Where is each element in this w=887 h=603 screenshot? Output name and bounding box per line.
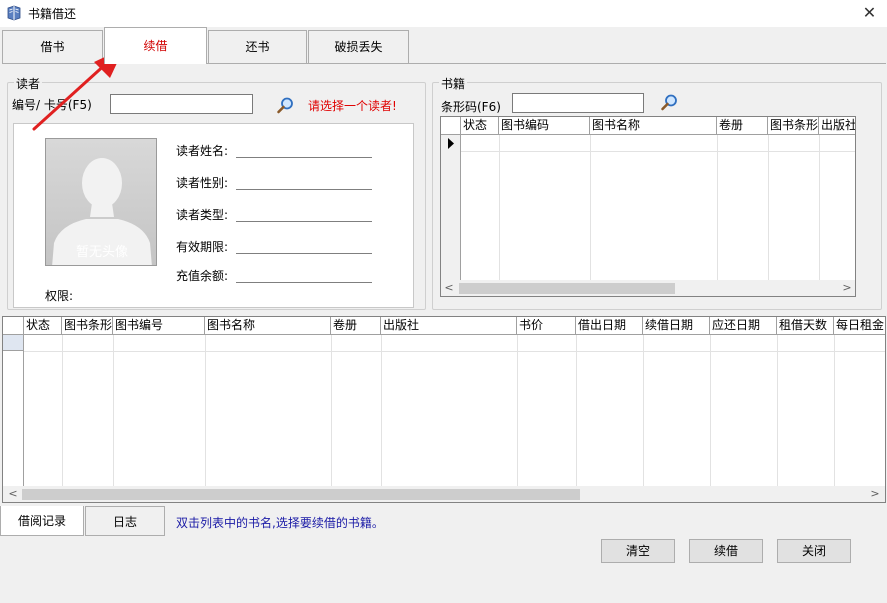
records-grid-corner [3,317,24,335]
records-grid-col-line [643,335,644,487]
tab-log[interactable]: 日志 [85,506,165,536]
records-col-renew-date[interactable]: 续借日期 [643,317,710,335]
records-col-barcode[interactable]: 图书条形 [62,317,113,335]
records-grid-col-line [777,335,778,487]
records-grid-col-line [381,335,382,487]
records-grid-row-selector[interactable] [3,335,24,487]
reader-validity-value [236,253,372,254]
records-col-price[interactable]: 书价 [517,317,576,335]
reader-permission-label: 权限: [45,289,74,303]
book-grid-row-selector[interactable] [441,135,461,281]
records-col-daily-rent[interactable]: 每日租金 [834,317,885,335]
records-grid-col-line [205,335,206,487]
scroll-right-arrow-icon[interactable]: > [839,280,855,296]
reader-warning: 请选择一个读者! [308,99,397,113]
reader-type-value [236,221,372,222]
records-col-publisher[interactable]: 出版社 [381,317,517,335]
renew-button[interactable]: 续借 [689,539,763,563]
book-col-code[interactable]: 图书编码 [499,117,590,135]
records-grid-col-line [576,335,577,487]
title-bar: 书籍借还 ✕ [0,0,887,27]
reader-balance-value [236,282,372,283]
tab-return[interactable]: 还书 [208,30,307,64]
barcode-input[interactable] [512,93,644,113]
reader-id-input[interactable] [110,94,253,114]
reader-type-label: 读者类型: [176,208,229,222]
window-title: 书籍借还 [28,7,77,21]
tab-damaged-lost[interactable]: 破损丢失 [308,30,409,64]
book-col-publisher[interactable]: 出版社 [819,117,855,135]
photo-placeholder-text: 暂无头像 [75,245,128,260]
current-row-arrow-icon [448,138,454,149]
records-col-rent-days[interactable]: 租借天数 [777,317,834,335]
book-grid-col-line [590,135,591,281]
records-col-title[interactable]: 图书名称 [205,317,331,335]
reader-search-magnifier-icon[interactable] [276,96,296,116]
reader-gender-label: 读者性别: [176,176,229,190]
close-button[interactable]: 关闭 [777,539,851,563]
records-grid-col-line [517,335,518,487]
reader-name-value [236,157,372,158]
book-grid-col-line [768,135,769,281]
book-grid-col-line [499,135,500,281]
scroll-right-arrow-icon[interactable]: > [867,486,883,502]
records-selected-row-header[interactable] [3,335,23,351]
records-col-volume[interactable]: 卷册 [331,317,381,335]
book-col-volume[interactable]: 卷册 [717,117,768,135]
reader-gender-value [236,189,372,190]
book-grid-row [461,151,855,152]
book-grid-col-line [717,135,718,281]
book-grid[interactable]: 状态 图书编码 图书名称 卷册 图书条形 出版社 < > [440,116,856,297]
records-grid-col-line [331,335,332,487]
book-grid-corner [441,117,461,135]
scroll-left-arrow-icon[interactable]: < [5,486,21,502]
book-grid-header: 状态 图书编码 图书名称 卷册 图书条形 出版社 [441,117,855,135]
tab-renew[interactable]: 续借 [104,27,207,64]
barcode-label: 条形码(F6) [441,100,501,114]
clear-button[interactable]: 清空 [601,539,675,563]
app-book-icon [7,5,21,21]
records-grid-col-line [834,335,835,487]
book-grid-hscrollbar[interactable]: < > [441,280,855,296]
book-grid-scroll-thumb[interactable] [459,283,675,294]
hint-text: 双击列表中的书名,选择要续借的书籍。 [176,516,384,530]
tab-borrow-records[interactable]: 借阅记录 [0,506,84,536]
book-col-barcode[interactable]: 图书条形 [768,117,819,135]
close-window-button[interactable]: ✕ [852,0,887,27]
scroll-left-arrow-icon[interactable]: < [441,280,457,296]
records-grid-col-line [113,335,114,487]
records-col-status[interactable]: 状态 [24,317,62,335]
reader-photo: 暂无头像 [45,138,157,266]
barcode-search-magnifier-icon[interactable] [660,93,680,113]
book-group-title: 书籍 [439,75,468,92]
reader-balance-label: 充值余额: [176,269,229,283]
reader-validity-label: 有效期限: [176,240,229,254]
records-grid-col-line [710,335,711,487]
records-grid-row [24,351,885,352]
records-grid-col-line [62,335,63,487]
records-col-due-date[interactable]: 应还日期 [710,317,777,335]
records-col-book-no[interactable]: 图书编号 [113,317,205,335]
reader-name-label: 读者姓名: [176,144,229,158]
records-grid-scroll-thumb[interactable] [22,489,580,500]
records-col-borrow-date[interactable]: 借出日期 [576,317,643,335]
records-grid[interactable]: 状态 图书条形 图书编号 图书名称 卷册 出版社 书价 借出日期 续借日期 应还… [2,316,886,503]
book-col-title[interactable]: 图书名称 [590,117,717,135]
records-grid-header: 状态 图书条形 图书编号 图书名称 卷册 出版社 书价 借出日期 续借日期 应还… [3,317,885,335]
records-grid-hscrollbar[interactable]: < > [3,486,885,502]
book-col-status[interactable]: 状态 [461,117,499,135]
book-grid-col-line [819,135,820,281]
